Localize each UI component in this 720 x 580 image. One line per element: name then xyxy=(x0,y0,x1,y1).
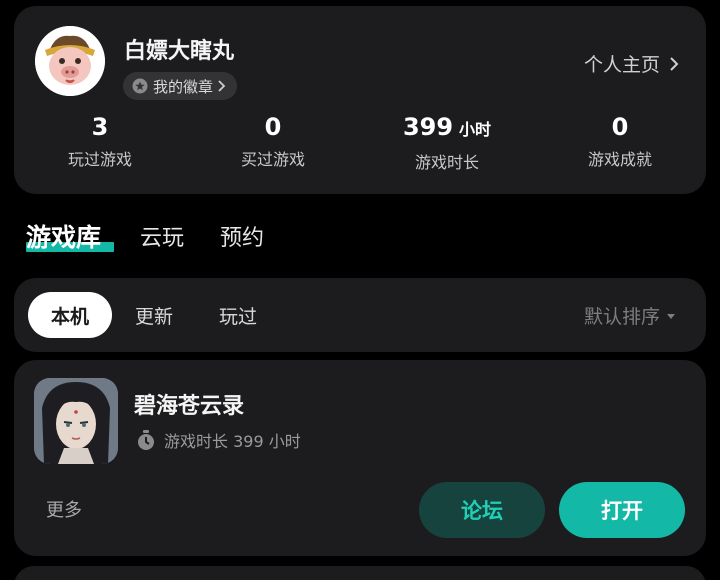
chevron-right-icon xyxy=(218,80,226,92)
stat-achievements[interactable]: 0 游戏成就 xyxy=(535,110,705,170)
badge-label: 我的徽章 xyxy=(153,77,214,96)
stat-label: 买过游戏 xyxy=(240,150,305,169)
pig-avatar-icon xyxy=(35,26,105,96)
forum-button[interactable]: 论坛 xyxy=(419,482,545,538)
stat-games-played[interactable]: 3 玩过游戏 xyxy=(15,110,185,170)
stat-value: 0 xyxy=(264,113,282,141)
stat-value: 3 xyxy=(91,113,109,141)
caret-down-icon xyxy=(667,313,675,319)
tab-label: 预约 xyxy=(220,226,265,251)
chevron-right-icon xyxy=(670,56,679,71)
stopwatch-icon xyxy=(138,430,154,450)
filter-chip-updates[interactable]: 更新 xyxy=(112,292,196,338)
stat-unit: 小时 xyxy=(459,120,492,139)
homepage-label: 个人主页 xyxy=(583,54,660,76)
sort-dropdown[interactable]: 默认排序 xyxy=(584,302,676,329)
stat-value: 399 xyxy=(402,113,454,141)
open-button[interactable]: 打开 xyxy=(559,482,685,538)
stat-playtime[interactable]: 399 小时 游戏时长 xyxy=(362,110,532,173)
badge-button[interactable]: 我的徽章 xyxy=(123,72,238,100)
chip-label: 玩过 xyxy=(218,305,257,328)
tab-cloud-play[interactable]: 云玩 xyxy=(140,220,184,252)
game-cover-art-icon xyxy=(34,378,118,464)
chip-label: 更新 xyxy=(134,305,173,328)
filter-bar: 本机 更新 玩过 默认排序 xyxy=(14,278,706,352)
game-title: 碧海苍云录 xyxy=(134,394,245,419)
stat-label: 玩过游戏 xyxy=(67,150,132,169)
filter-chip-local[interactable]: 本机 xyxy=(28,292,112,338)
game-card: 碧海苍云录 游戏时长 399 小时 更多 论坛 打开 xyxy=(14,360,706,556)
stats-row: 3 玩过游戏 0 买过游戏 399 小时 游戏时长 0 游戏成就 xyxy=(14,110,706,180)
game-playtime: 游戏时长 399 小时 xyxy=(136,428,301,452)
stat-label: 游戏成就 xyxy=(587,150,652,169)
tab-game-library[interactable]: 游戏库 xyxy=(26,218,114,254)
filter-chip-played[interactable]: 玩过 xyxy=(196,292,280,338)
tab-label: 云玩 xyxy=(140,226,185,251)
tab-reservation[interactable]: 预约 xyxy=(220,220,264,252)
stat-label: 游戏时长 xyxy=(414,153,479,172)
stat-value: 0 xyxy=(611,113,629,141)
stat-games-bought[interactable]: 0 买过游戏 xyxy=(188,110,358,170)
profile-card: 白嫖大瞎丸 我的徽章 个人主页 3 玩过游戏 0 买过游戏 399 小时 游戏时长… xyxy=(14,6,706,194)
tab-label: 游戏库 xyxy=(26,223,102,252)
homepage-link[interactable]: 个人主页 xyxy=(584,50,680,77)
game-cover-image[interactable] xyxy=(34,378,118,464)
username: 白嫖大瞎丸 xyxy=(124,39,235,64)
sort-label: 默认排序 xyxy=(583,306,660,328)
chip-label: 本机 xyxy=(50,305,89,328)
playtime-text: 游戏时长 399 小时 xyxy=(164,432,301,451)
avatar[interactable] xyxy=(35,26,105,96)
more-button[interactable]: 更多 xyxy=(46,496,82,522)
next-game-card xyxy=(14,566,706,580)
badge-icon xyxy=(132,78,148,94)
